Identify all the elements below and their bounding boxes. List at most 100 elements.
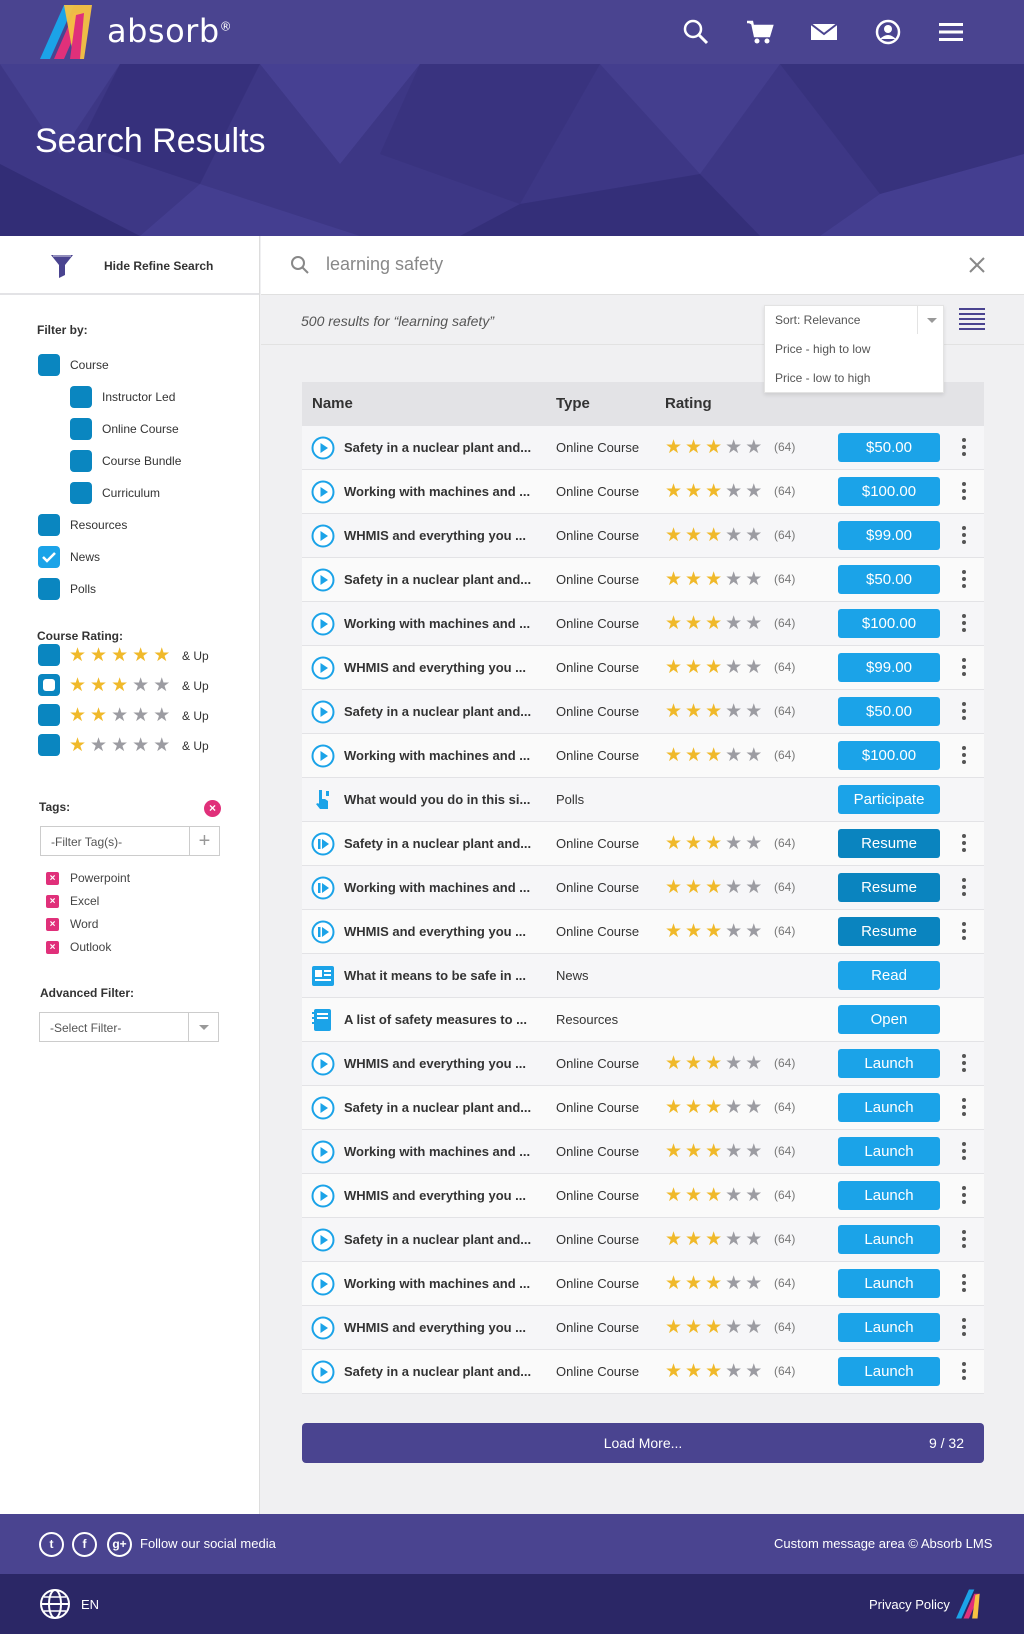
twitter-icon[interactable]: t	[39, 1532, 64, 1557]
item-action-button[interactable]: Participate	[838, 785, 940, 814]
play-icon[interactable]	[311, 656, 335, 680]
sort-option[interactable]: Price - low to high	[775, 371, 870, 385]
play-icon[interactable]	[311, 1228, 335, 1252]
item-action-button[interactable]: Launch	[838, 1049, 940, 1078]
column-header-type[interactable]: Type	[556, 395, 590, 412]
item-action-button[interactable]: Read	[838, 961, 940, 990]
list-view-icon[interactable]	[959, 307, 985, 331]
clear-tags-icon[interactable]: ×	[204, 800, 221, 817]
column-header-name[interactable]: Name	[312, 395, 353, 412]
table-row[interactable]: WHMIS and everything you ... Online Cours…	[302, 910, 984, 954]
rating-checkbox[interactable]	[38, 704, 60, 726]
play-icon[interactable]	[311, 700, 335, 724]
play-icon[interactable]	[311, 1316, 335, 1340]
sort-dropdown[interactable]: Sort: Relevance Price - high to low Pric…	[764, 305, 944, 393]
poll-icon[interactable]	[311, 788, 335, 812]
table-row[interactable]: WHMIS and everything you ... Online Cours…	[302, 514, 984, 558]
table-row[interactable]: WHMIS and everything you ... Online Cours…	[302, 646, 984, 690]
more-options-icon[interactable]	[962, 526, 968, 546]
play-icon[interactable]	[311, 480, 335, 504]
google-plus-icon[interactable]: g+	[107, 1532, 132, 1557]
table-row[interactable]: Safety in a nuclear plant and... Online C…	[302, 1350, 984, 1394]
item-name[interactable]: Working with machines and ...	[344, 880, 530, 895]
item-name[interactable]: WHMIS and everything you ...	[344, 1188, 526, 1203]
rating-checkbox[interactable]	[38, 734, 60, 756]
play-icon[interactable]	[311, 1140, 335, 1164]
filter-checkbox-curriculum[interactable]	[70, 482, 92, 504]
item-name[interactable]: Working with machines and ...	[344, 484, 530, 499]
load-more-button[interactable]: Load More... 9 / 32	[302, 1423, 984, 1463]
filter-checkbox-course[interactable]	[38, 354, 60, 376]
more-options-icon[interactable]	[962, 702, 968, 722]
item-action-button[interactable]: $99.00	[838, 521, 940, 550]
table-row[interactable]: WHMIS and everything you ... Online Cours…	[302, 1306, 984, 1350]
sort-option[interactable]: Sort: Relevance	[775, 313, 860, 327]
filter-checkbox-polls[interactable]	[38, 578, 60, 600]
table-row[interactable]: Working with machines and ... Online Cour…	[302, 602, 984, 646]
item-action-button[interactable]: Open	[838, 1005, 940, 1034]
item-action-button[interactable]: $50.00	[838, 697, 940, 726]
item-name[interactable]: WHMIS and everything you ...	[344, 1056, 526, 1071]
more-options-icon[interactable]	[962, 1142, 968, 1162]
item-name[interactable]: WHMIS and everything you ...	[344, 660, 526, 675]
more-options-icon[interactable]	[962, 1318, 968, 1338]
more-options-icon[interactable]	[962, 1362, 968, 1382]
item-name[interactable]: Safety in a nuclear plant and...	[344, 572, 531, 587]
item-name[interactable]: Safety in a nuclear plant and...	[344, 1100, 531, 1115]
rating-checkbox[interactable]	[38, 644, 60, 666]
filter-checkbox-online-course[interactable]	[70, 418, 92, 440]
item-action-button[interactable]: $99.00	[838, 653, 940, 682]
table-row[interactable]: Safety in a nuclear plant and... Online C…	[302, 558, 984, 602]
item-action-button[interactable]: Launch	[838, 1313, 940, 1342]
resume-icon[interactable]	[311, 832, 335, 856]
filter-checkbox-resources[interactable]	[38, 514, 60, 536]
table-row[interactable]: Working with machines and ... Online Cour…	[302, 734, 984, 778]
more-options-icon[interactable]	[962, 1098, 968, 1118]
play-icon[interactable]	[311, 1272, 335, 1296]
facebook-icon[interactable]: f	[72, 1532, 97, 1557]
table-row[interactable]: A list of safety measures to ... Resource…	[302, 998, 984, 1042]
sort-option[interactable]: Price - high to low	[775, 342, 870, 356]
play-icon[interactable]	[311, 1360, 335, 1384]
absorb-logo[interactable]	[40, 5, 92, 59]
filter-checkbox-instructor-led[interactable]	[70, 386, 92, 408]
item-action-button[interactable]: Resume	[838, 917, 940, 946]
add-tag-icon[interactable]: +	[189, 827, 219, 855]
table-row[interactable]: Working with machines and ... Online Cour…	[302, 470, 984, 514]
item-action-button[interactable]: $50.00	[838, 565, 940, 594]
more-options-icon[interactable]	[962, 658, 968, 678]
item-action-button[interactable]: $100.00	[838, 609, 940, 638]
table-row[interactable]: Safety in a nuclear plant and... Online C…	[302, 1086, 984, 1130]
table-row[interactable]: Working with machines and ... Online Cour…	[302, 866, 984, 910]
item-action-button[interactable]: Launch	[838, 1137, 940, 1166]
item-name[interactable]: Working with machines and ...	[344, 748, 530, 763]
item-name[interactable]: Working with machines and ...	[344, 1144, 530, 1159]
more-options-icon[interactable]	[962, 746, 968, 766]
remove-tag-icon[interactable]: ×	[46, 894, 59, 908]
play-icon[interactable]	[311, 612, 335, 636]
language-label[interactable]: EN	[81, 1597, 99, 1612]
item-action-button[interactable]: $100.00	[838, 477, 940, 506]
more-options-icon[interactable]	[962, 1186, 968, 1206]
hide-refine-button[interactable]: Hide Refine Search	[0, 236, 259, 295]
tag-filter-input[interactable]: -Filter Tag(s)- +	[40, 826, 220, 856]
item-name[interactable]: What it means to be safe in ...	[344, 968, 526, 983]
search-input[interactable]: learning safety	[326, 254, 443, 275]
filter-checkbox-news[interactable]	[38, 546, 60, 568]
advanced-filter-select[interactable]: -Select Filter-	[39, 1012, 219, 1042]
item-action-button[interactable]: Resume	[838, 829, 940, 858]
menu-icon[interactable]	[935, 16, 967, 48]
chevron-down-icon[interactable]	[917, 306, 945, 334]
more-options-icon[interactable]	[962, 834, 968, 854]
item-name[interactable]: A list of safety measures to ...	[344, 1012, 527, 1027]
search-bar[interactable]: learning safety	[261, 236, 1024, 295]
column-header-rating[interactable]: Rating	[665, 395, 712, 412]
item-name[interactable]: Working with machines and ...	[344, 1276, 530, 1291]
item-name[interactable]: What would you do in this si...	[344, 792, 530, 807]
item-action-button[interactable]: $100.00	[838, 741, 940, 770]
table-row[interactable]: What it means to be safe in ... News Read	[302, 954, 984, 998]
item-name[interactable]: Working with machines and ...	[344, 616, 530, 631]
play-icon[interactable]	[311, 744, 335, 768]
item-action-button[interactable]: Launch	[838, 1225, 940, 1254]
item-action-button[interactable]: Launch	[838, 1181, 940, 1210]
